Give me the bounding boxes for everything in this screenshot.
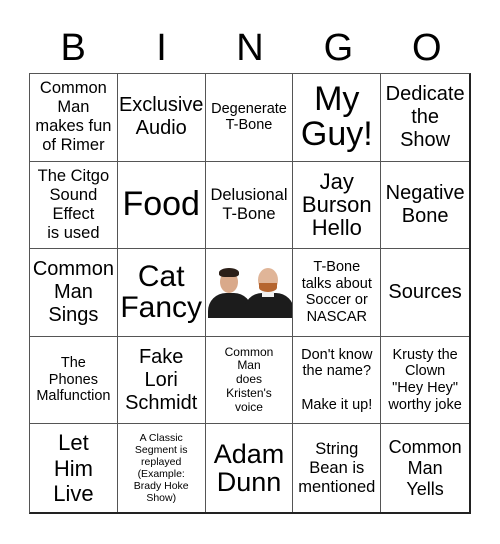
- cell-text: Common Man Sings: [32, 257, 114, 326]
- bingo-cell[interactable]: The Phones Malfunction: [30, 336, 118, 425]
- bingo-cell[interactable]: Jay Burson Hello: [293, 161, 382, 250]
- bingo-cell[interactable]: Degenerate T-Bone: [205, 74, 294, 162]
- cell-text: Fake Lori Schmidt: [125, 345, 198, 414]
- bingo-cell[interactable]: The Citgo Sound Effect is used: [30, 161, 118, 250]
- cell-text: Exclusive Audio: [118, 94, 204, 140]
- bingo-cell[interactable]: String Bean is mentioned: [293, 424, 382, 512]
- cell-text: The Citgo Sound Effect is used: [37, 166, 110, 242]
- bingo-cell[interactable]: Don't know the name? Make it up!: [293, 336, 382, 425]
- cell-text: Food: [122, 185, 200, 224]
- cell-text: Negative Bone: [385, 181, 465, 227]
- header-letter-g: G: [323, 27, 354, 69]
- cell-text: Common Man Yells: [388, 437, 462, 499]
- cell-text: The Phones Malfunction: [36, 355, 111, 405]
- bingo-cell[interactable]: Food: [117, 161, 206, 250]
- bingo-cell[interactable]: Exclusive Audio: [117, 74, 206, 162]
- cell-text: Sources: [388, 280, 462, 303]
- header-letter-i: I: [156, 27, 167, 69]
- bingo-grid: Common Man makes fun of Rimer Exclusive …: [29, 73, 471, 514]
- cell-text: Let Him Live: [53, 430, 94, 506]
- cell-text: A Classic Segment is replayed (Example: …: [133, 432, 189, 505]
- cell-text: Don't know the name? Make it up!: [301, 346, 373, 413]
- bingo-cell[interactable]: Let Him Live: [30, 424, 118, 512]
- person-right: [243, 261, 293, 319]
- free-space-photo: [205, 261, 293, 319]
- bingo-cell[interactable]: Delusional T-Bone: [205, 161, 294, 250]
- cell-text: Cat Fancy: [120, 259, 203, 325]
- header-letter-o: O: [411, 27, 442, 69]
- bingo-cell[interactable]: A Classic Segment is replayed (Example: …: [118, 424, 206, 512]
- bingo-cell[interactable]: Sources: [381, 249, 469, 337]
- bingo-cell[interactable]: T-Bone talks about Soccer or NASCAR: [293, 249, 382, 337]
- bingo-cell[interactable]: Negative Bone: [381, 162, 469, 250]
- bingo-cell[interactable]: Common Man does Kristen's voice: [205, 336, 294, 425]
- bingo-cell[interactable]: Adam Dunn: [206, 424, 294, 512]
- cell-text: T-Bone talks about Soccer or NASCAR: [301, 259, 372, 326]
- cell-text: Jay Burson Hello: [301, 169, 372, 241]
- bingo-cell[interactable]: Common Man makes fun of Rimer: [30, 74, 118, 162]
- bingo-cell[interactable]: Krusty the Clown "Hey Hey" worthy joke: [381, 337, 469, 425]
- free-space-cell[interactable]: [205, 249, 294, 337]
- cell-text: My Guy!: [300, 79, 373, 154]
- cell-text: Common Man does Kristen's voice: [224, 344, 274, 414]
- bingo-cell[interactable]: Common Man Yells: [381, 424, 469, 512]
- bingo-cell[interactable]: Fake Lori Schmidt: [117, 336, 206, 425]
- cell-text: Common Man makes fun of Rimer: [35, 79, 112, 155]
- bingo-cell[interactable]: My Guy!: [293, 74, 382, 162]
- cell-text: String Bean is mentioned: [298, 439, 376, 496]
- bingo-cell[interactable]: Common Man Sings: [30, 249, 118, 337]
- cell-text: Krusty the Clown "Hey Hey" worthy joke: [388, 346, 462, 413]
- header-letter-b: B: [60, 27, 86, 69]
- cell-text: Delusional T-Bone: [210, 185, 288, 223]
- cell-text: Degenerate T-Bone: [211, 100, 287, 134]
- cell-text: Dedicate the Show: [385, 82, 465, 151]
- bingo-cell[interactable]: Dedicate the Show: [381, 74, 469, 162]
- header-letter-n: N: [236, 27, 264, 69]
- cell-text: Adam Dunn: [213, 438, 285, 498]
- bingo-header: B I N G O: [29, 24, 471, 72]
- bingo-cell[interactable]: Cat Fancy: [117, 249, 206, 337]
